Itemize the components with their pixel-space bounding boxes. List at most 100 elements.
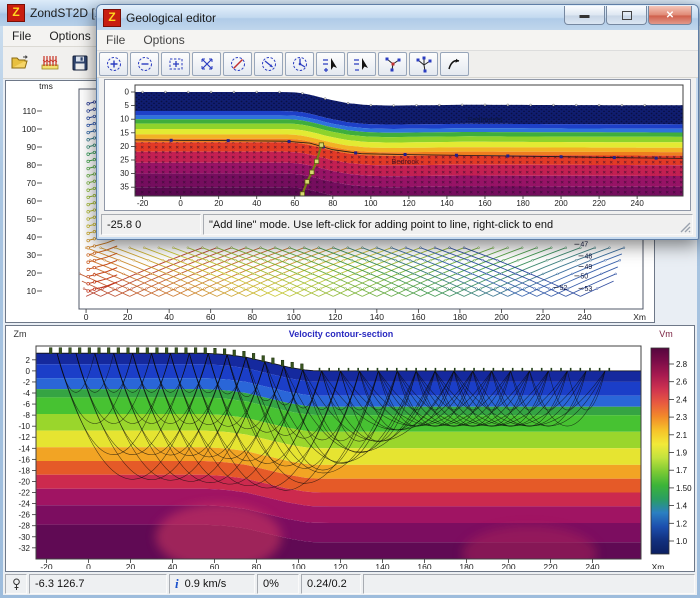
- svg-text:Xm: Xm: [652, 562, 665, 569]
- minimize-button[interactable]: ▬: [564, 6, 605, 25]
- svg-text:200: 200: [554, 199, 568, 208]
- svg-text:90: 90: [27, 142, 37, 152]
- tool-add-line[interactable]: [378, 52, 407, 76]
- main-window: Z ZondST2D [1950_S File Options Help: [0, 0, 700, 598]
- svg-text:40: 40: [164, 312, 174, 320]
- status-coords: -6.3 126.7: [29, 574, 167, 594]
- menu-options[interactable]: Options: [40, 27, 99, 45]
- svg-text:1.50: 1.50: [676, 484, 692, 493]
- svg-text:15: 15: [120, 128, 129, 137]
- editor-mode-message: "Add line" mode. Use left-click for addi…: [203, 214, 693, 235]
- svg-text:-6: -6: [23, 400, 31, 409]
- svg-text:160: 160: [411, 312, 425, 320]
- move-arrows-icon: [197, 55, 217, 73]
- restore-view-icon: [290, 55, 310, 73]
- svg-text:48: 48: [585, 253, 593, 260]
- velocity-section-panel: Velocity contour-sectionZmVm20-2-4-6-8-1…: [5, 325, 695, 572]
- velocity-section-chart: Velocity contour-sectionZmVm20-2-4-6-8-1…: [6, 326, 692, 569]
- svg-text:Bedrock: Bedrock: [391, 157, 419, 166]
- svg-text:160: 160: [478, 199, 492, 208]
- tool-move-point[interactable]: [409, 52, 438, 76]
- svg-text:-2: -2: [23, 378, 31, 387]
- svg-text:10: 10: [27, 286, 37, 296]
- svg-text:240: 240: [577, 312, 591, 320]
- svg-text:120: 120: [333, 562, 347, 569]
- svg-text:60: 60: [210, 562, 220, 569]
- svg-text:25: 25: [120, 156, 129, 165]
- tool-finish-line[interactable]: [440, 52, 469, 76]
- editor-plot-panel[interactable]: SedimentsBedrock-20020406080100120140160…: [104, 79, 691, 211]
- open-file-button[interactable]: [7, 51, 33, 75]
- svg-text:-20: -20: [40, 562, 53, 569]
- svg-text:200: 200: [501, 562, 515, 569]
- svg-text:-30: -30: [18, 533, 30, 542]
- svg-text:180: 180: [459, 562, 473, 569]
- svg-text:140: 140: [375, 562, 389, 569]
- tool-add-point[interactable]: [316, 52, 345, 76]
- svg-text:30: 30: [120, 169, 129, 178]
- main-statusbar: -6.3 126.7 i 0.9 km/s 0% 0.24/0.2: [3, 573, 697, 595]
- svg-text:52: 52: [560, 285, 568, 292]
- svg-text:2.4: 2.4: [676, 395, 688, 404]
- status-ratio: 0.24/0.2: [301, 574, 361, 594]
- tool-zoom-in[interactable]: [99, 52, 128, 76]
- info-icon: i: [175, 576, 179, 592]
- svg-text:60: 60: [290, 199, 299, 208]
- move-line-nodes-icon: [414, 55, 434, 73]
- svg-text:Sediments: Sediments: [467, 115, 503, 124]
- svg-text:1.2: 1.2: [676, 519, 688, 528]
- svg-text:220: 220: [543, 562, 557, 569]
- dialog-menu-options[interactable]: Options: [134, 31, 193, 49]
- status-progress: 0%: [257, 574, 299, 594]
- svg-text:1.9: 1.9: [676, 449, 688, 458]
- tool-restore-view[interactable]: [285, 52, 314, 76]
- dialog-menu-file[interactable]: File: [97, 31, 134, 49]
- svg-text:140: 140: [440, 199, 454, 208]
- svg-text:2.6: 2.6: [676, 378, 688, 387]
- svg-text:20: 20: [126, 562, 136, 569]
- dialog-title: Geological editor: [126, 11, 216, 25]
- svg-text:-20: -20: [18, 477, 30, 486]
- editor-section-chart[interactable]: SedimentsBedrock-20020406080100120140160…: [105, 80, 688, 208]
- dialog-menubar: File Options: [97, 30, 698, 51]
- svg-text:60: 60: [27, 196, 37, 206]
- tool-no-zoom[interactable]: [223, 52, 252, 76]
- svg-text:Xm: Xm: [633, 312, 646, 320]
- close-button[interactable]: ✕: [648, 6, 692, 25]
- svg-text:80: 80: [328, 199, 337, 208]
- svg-text:2.3: 2.3: [676, 413, 688, 422]
- tool-remove-point[interactable]: [347, 52, 376, 76]
- svg-text:200: 200: [494, 312, 508, 320]
- tool-move[interactable]: [192, 52, 221, 76]
- resize-grip[interactable]: [680, 222, 691, 233]
- remove-point-cursor-icon: [352, 55, 372, 73]
- menu-file[interactable]: File: [3, 27, 40, 45]
- dialog-statusbar: -25.8 0 "Add line" mode. Use left-click …: [99, 213, 696, 236]
- tool-zoom-out[interactable]: [130, 52, 159, 76]
- svg-text:Velocity contour-section: Velocity contour-section: [289, 329, 394, 339]
- tool-zoom-region[interactable]: [161, 52, 190, 76]
- seismogram-icon: [41, 55, 59, 71]
- svg-text:80: 80: [252, 562, 262, 569]
- svg-text:240: 240: [630, 199, 644, 208]
- svg-text:140: 140: [370, 312, 384, 320]
- rotate-icon: [259, 55, 279, 73]
- add-line-nodes-icon: [383, 55, 403, 73]
- svg-text:180: 180: [453, 312, 467, 320]
- zoom-out-circle-icon: [135, 55, 155, 73]
- status-empty: [363, 574, 695, 594]
- dialog-titlebar[interactable]: Z Geological editor ▬ ✕: [97, 5, 698, 30]
- svg-text:-26: -26: [18, 511, 30, 520]
- seismogram-button[interactable]: [37, 51, 63, 75]
- zoom-region-icon: [166, 55, 186, 73]
- maximize-icon: [622, 11, 632, 20]
- svg-text:50: 50: [580, 273, 588, 280]
- save-button[interactable]: [67, 51, 93, 75]
- svg-text:100: 100: [364, 199, 378, 208]
- svg-text:160: 160: [417, 562, 431, 569]
- tool-rotate[interactable]: [254, 52, 283, 76]
- svg-text:1.7: 1.7: [676, 466, 688, 475]
- maximize-button[interactable]: [606, 6, 647, 25]
- svg-text:-22: -22: [18, 489, 30, 498]
- svg-text:50: 50: [27, 214, 37, 224]
